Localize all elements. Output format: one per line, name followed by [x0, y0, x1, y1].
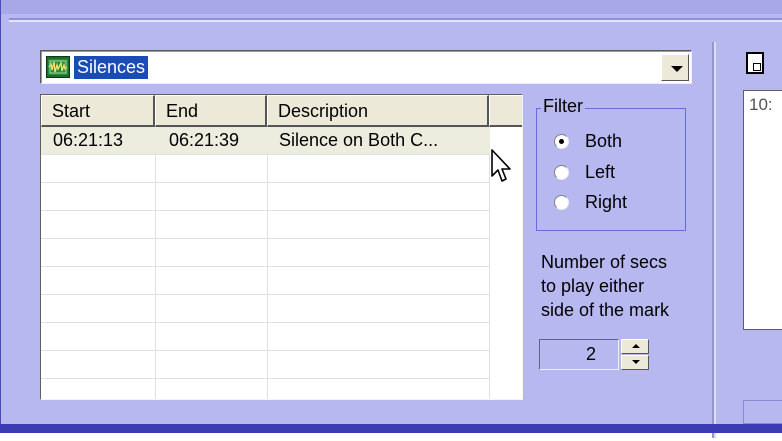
cell-start: 06:21:13 — [53, 130, 124, 150]
radio-button[interactable] — [554, 165, 569, 180]
radio-button[interactable] — [554, 134, 569, 149]
right-textbox-text: 10: — [749, 95, 773, 114]
spin-down-button[interactable] — [621, 355, 649, 370]
secs-label-line: to play either — [541, 276, 645, 296]
chevron-down-icon — [671, 66, 683, 72]
dialog-window: Silences Start End Description 06:21:13 … — [0, 0, 782, 438]
right-field[interactable] — [743, 400, 782, 424]
secs-value-field[interactable]: 2 — [539, 339, 619, 370]
secs-label-line: Number of secs — [541, 252, 668, 272]
radio-button[interactable] — [554, 195, 569, 210]
table-row-empty — [41, 379, 490, 399]
chevron-down-icon — [632, 360, 640, 364]
column-header-end[interactable]: End — [155, 95, 267, 127]
title-band — [1, 0, 782, 14]
column-header-description[interactable]: Description — [267, 95, 489, 127]
panel-splitter-highlight — [714, 42, 716, 438]
secs-label: Number of secs to play either side of th… — [541, 250, 711, 322]
table-row-empty — [41, 323, 490, 351]
radio-label-left: Left — [585, 162, 616, 182]
table-row-empty — [41, 183, 490, 211]
document-corner — [753, 63, 761, 71]
top-divider-highlight — [9, 20, 782, 22]
chevron-up-icon — [632, 344, 640, 348]
waveform-icon — [46, 56, 70, 78]
mouse-pointer-icon — [491, 149, 511, 182]
right-textbox[interactable]: 10: — [743, 90, 782, 330]
list-header: Start End Description — [41, 95, 522, 127]
table-row[interactable]: 06:21:13 06:21:39 Silence on Both C... — [41, 127, 490, 155]
column-header-start[interactable]: Start — [41, 95, 155, 127]
table-row-empty — [41, 351, 490, 379]
table-row-empty — [41, 295, 490, 323]
document-icon[interactable] — [746, 52, 764, 74]
filter-title: Filter — [541, 96, 585, 116]
table-row-empty — [41, 155, 490, 183]
radio-label-both: Both — [585, 131, 623, 151]
table-row-empty — [41, 267, 490, 295]
cell-description: Silence on Both C... — [279, 130, 439, 150]
spin-up-button[interactable] — [621, 339, 649, 354]
window-bottom-border — [0, 424, 782, 433]
table-row-empty — [41, 211, 490, 239]
secs-label-line: side of the mark — [541, 300, 670, 320]
cell-end: 06:21:39 — [169, 130, 240, 150]
marks-list[interactable]: Start End Description 06:21:13 06:21:39 … — [40, 94, 523, 400]
marker-type-combobox[interactable]: Silences — [40, 50, 692, 84]
secs-spinner[interactable]: 2 — [539, 339, 652, 370]
radio-selected-dot — [559, 139, 564, 144]
combo-dropdown-button[interactable] — [661, 54, 689, 81]
table-row-empty — [41, 239, 490, 267]
combo-selected-value: Silences — [74, 56, 149, 79]
column-header-empty[interactable] — [489, 95, 522, 127]
radio-label-right: Right — [585, 192, 628, 212]
